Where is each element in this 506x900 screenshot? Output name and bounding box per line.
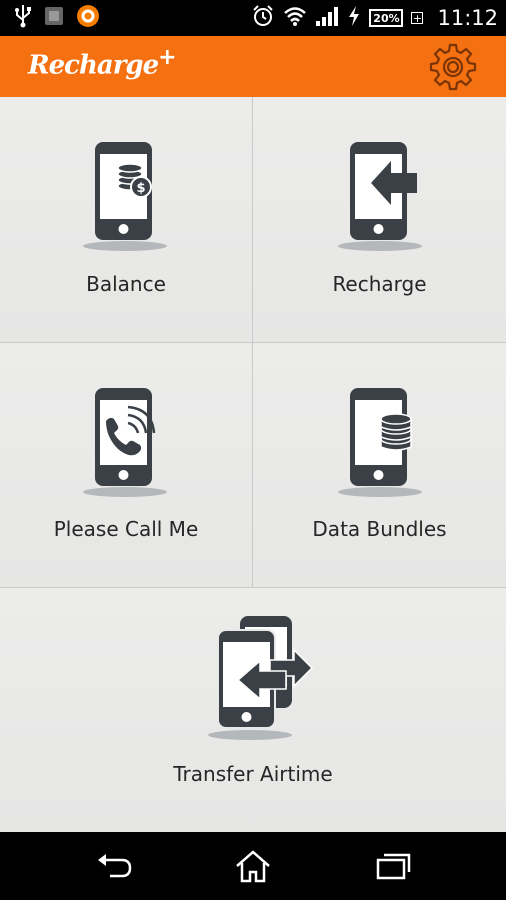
recharge-tile[interactable]: Recharge [253,97,506,342]
app-notification-icon [44,6,64,30]
phone-balance-icon: $ [83,142,167,251]
alarm-clock-icon [251,4,275,32]
wifi-icon [283,5,307,31]
phone-call-icon [83,388,167,497]
back-icon[interactable] [94,850,134,882]
charging-icon [347,5,361,31]
status-bar: 20% + 11:12 [0,0,506,36]
navigation-bar [0,832,506,900]
app-logo-text: Recharge [28,50,159,81]
recent-apps-icon[interactable] [376,851,412,881]
menu-grid: $ Balance Recharge Please Call Me Data B… [0,97,506,832]
orange-circle-app-icon [76,4,100,32]
app-bar: Recharge+ [0,36,506,97]
please-call-me-tile[interactable]: Please Call Me [0,343,252,587]
app-logo: Recharge+ [28,45,177,81]
phone-transfer-icon [208,616,314,740]
grid-divider-horizontal-1 [0,342,506,343]
data-bundles-label: Data Bundles [312,517,447,541]
home-icon[interactable] [233,848,273,884]
usb-icon [14,4,32,32]
transfer-airtime-label: Transfer Airtime [173,762,333,786]
settings-gear-icon[interactable] [428,42,478,92]
status-time: 11:12 [437,6,498,30]
balance-label: Balance [86,272,166,296]
battery-indicator: 20% [369,9,404,27]
app-logo-suffix: + [158,45,176,70]
svg-text:$: $ [136,181,145,196]
data-bundles-tile[interactable]: Data Bundles [253,343,506,587]
please-call-me-label: Please Call Me [53,517,199,541]
battery-plus-icon: + [411,11,424,25]
balance-tile[interactable]: $ Balance [0,97,252,342]
transfer-airtime-tile[interactable]: Transfer Airtime [0,588,506,832]
phone-data-icon [338,388,422,497]
phone-recharge-icon [338,142,422,251]
grid-divider-horizontal-2 [0,587,506,588]
recharge-label: Recharge [332,272,427,296]
signal-icon [315,5,339,31]
